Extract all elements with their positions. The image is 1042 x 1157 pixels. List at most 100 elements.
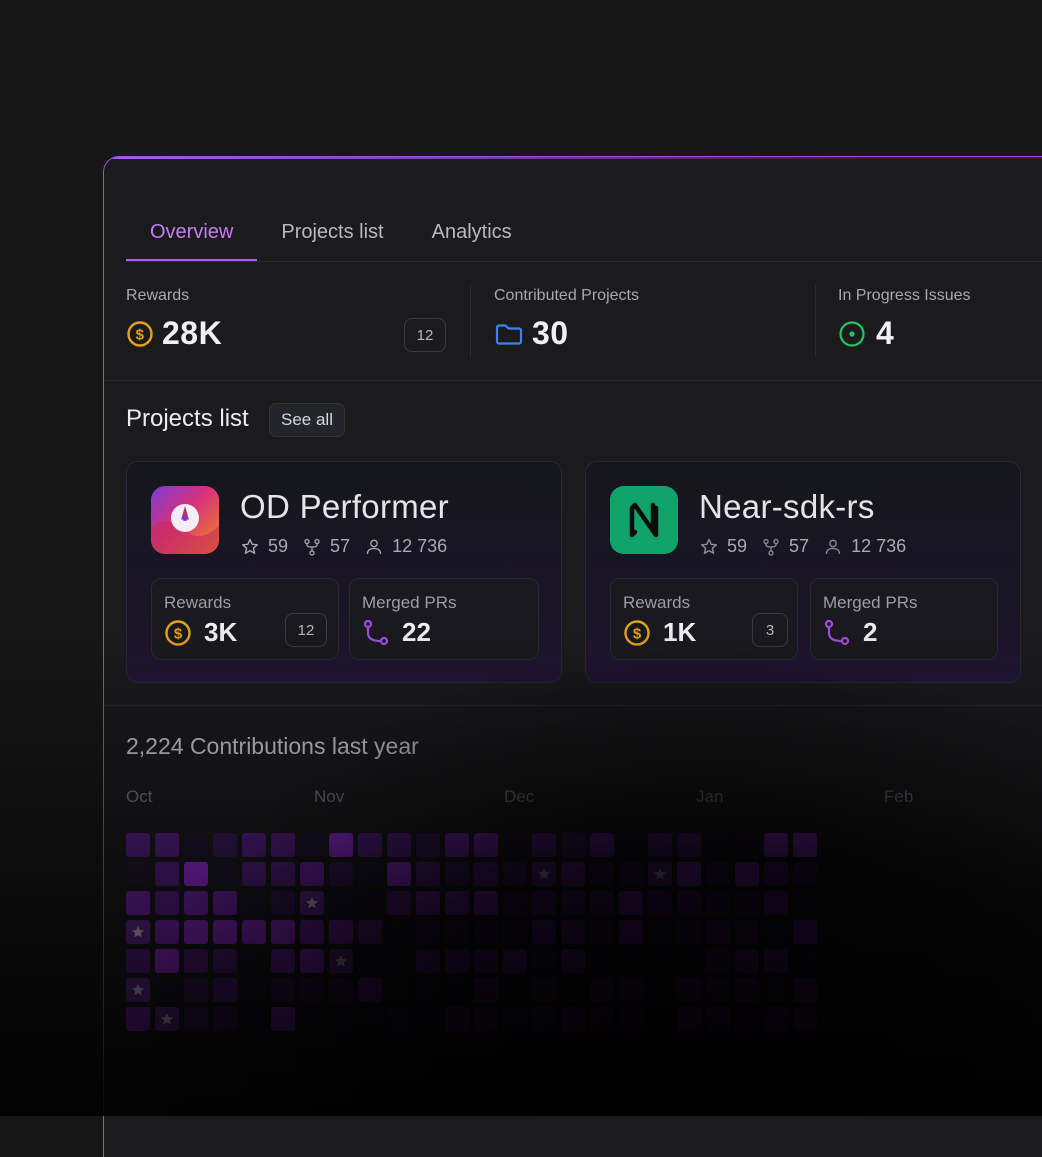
contribution-cell: [619, 1007, 643, 1031]
contribution-cell: [619, 862, 643, 886]
contribution-cell: [503, 833, 527, 857]
contribution-cell: [416, 978, 440, 1002]
contribution-cell: [561, 833, 585, 857]
contribution-cell: [271, 862, 295, 886]
contribution-cell: [155, 949, 179, 973]
contribution-cell: [358, 949, 382, 973]
contribution-cell: [706, 833, 730, 857]
contribution-cell: [561, 978, 585, 1002]
contribution-cell: [300, 833, 324, 857]
contribution-cell: [387, 1007, 411, 1031]
contribution-cell: [619, 949, 643, 973]
contribution-cell: [793, 920, 817, 944]
month-label: Feb: [884, 787, 914, 806]
near-logo: [610, 486, 678, 554]
contribution-cell: [445, 978, 469, 1002]
project-card[interactable]: OD Performer 59 57 12 736 Rewards $ 3K 1…: [126, 461, 562, 683]
in-progress-issues-label: In Progress Issues: [838, 287, 971, 304]
rewards-count-badge: 12: [404, 318, 446, 352]
profile-panel: Overview Projects list Analytics Rewards…: [103, 156, 1042, 1157]
contribution-cell: [532, 949, 556, 973]
project-rewards-label: Rewards: [623, 593, 691, 612]
contributors-count: 12 736: [851, 536, 907, 556]
contribution-cell: [764, 978, 788, 1002]
see-all-button[interactable]: See all: [269, 403, 345, 437]
contribution-cell: [764, 1007, 788, 1031]
contribution-cell: [242, 949, 266, 973]
contribution-cell: [445, 949, 469, 973]
contribution-cell: [619, 891, 643, 915]
contribution-cell: [764, 862, 788, 886]
dollar-coin-icon: $: [126, 320, 154, 348]
contribution-cell: [184, 920, 208, 944]
contribution-cell: [387, 833, 411, 857]
contribution-cell: [764, 833, 788, 857]
contribution-cell: [416, 891, 440, 915]
contribution-cell: [561, 920, 585, 944]
contribution-cell: [764, 891, 788, 915]
contribution-cell: [271, 833, 295, 857]
contribution-cell: [677, 1007, 701, 1031]
contribution-cell: [213, 862, 237, 886]
contribution-cell: [474, 862, 498, 886]
contribution-cell: [706, 949, 730, 973]
contribution-cell: [213, 891, 237, 915]
contribution-cell: [329, 978, 353, 1002]
contribution-cell: [213, 833, 237, 857]
project-merged-box: Merged PRs 2: [810, 578, 998, 660]
contribution-cell-reward: [300, 891, 324, 915]
progress-dot-icon: [838, 320, 868, 348]
project-rewards-box: Rewards $ 1K 3: [610, 578, 798, 660]
contribution-cell: [648, 949, 672, 973]
contribution-cell: [329, 1007, 353, 1031]
project-card[interactable]: Near-sdk-rs 59 57 12 736 Rewards $ 1K 3 …: [585, 461, 1021, 683]
tab-analytics[interactable]: Analytics: [408, 215, 536, 261]
project-rewards-label: Rewards: [164, 593, 232, 612]
contribution-cell: [155, 833, 179, 857]
contribution-cell: [126, 891, 150, 915]
tab-bar: Overview Projects list Analytics: [126, 215, 536, 261]
contribution-cell: [329, 920, 353, 944]
contribution-cell: [445, 920, 469, 944]
tab-overview[interactable]: Overview: [126, 215, 258, 261]
contributors-count: 12 736: [392, 536, 448, 556]
contribution-cell: [648, 978, 672, 1002]
tab-projects-list[interactable]: Projects list: [257, 215, 407, 261]
svg-text:$: $: [174, 625, 183, 642]
contribution-cell: [184, 949, 208, 973]
project-merged-box: Merged PRs 22: [349, 578, 539, 660]
svg-text:$: $: [136, 326, 145, 343]
in-progress-issues-stat: In Progress Issues 4: [838, 287, 971, 352]
contribution-cell: [793, 949, 817, 973]
contribution-cell: [445, 1007, 469, 1031]
project-name[interactable]: OD Performer: [240, 488, 449, 526]
contribution-cell: [358, 920, 382, 944]
contribution-cell: [648, 891, 672, 915]
in-progress-issues-value: 4: [876, 315, 895, 351]
project-rewards-value: 3K: [204, 617, 238, 647]
contribution-cell: [445, 891, 469, 915]
contribution-cell: [735, 920, 759, 944]
contribution-cell: [619, 920, 643, 944]
projects-list-title: Projects list: [126, 405, 249, 432]
project-name[interactable]: Near-sdk-rs: [699, 488, 875, 526]
contribution-cell: [184, 1007, 208, 1031]
contribution-cell: [503, 978, 527, 1002]
contribution-cell: [677, 920, 701, 944]
contribution-cell: [677, 833, 701, 857]
contribution-cell: [677, 978, 701, 1002]
contribution-cell: [793, 1007, 817, 1031]
contribution-cell: [358, 891, 382, 915]
contribution-cell: [648, 1007, 672, 1031]
contribution-cell: [358, 833, 382, 857]
contribution-cell: [474, 833, 498, 857]
svg-text:$: $: [633, 625, 642, 642]
contribution-cell: [242, 891, 266, 915]
contribution-cell: [387, 920, 411, 944]
contribution-cell: [590, 833, 614, 857]
contribution-cell: [532, 833, 556, 857]
contribution-cell: [416, 920, 440, 944]
contribution-cell: [445, 833, 469, 857]
contribution-cell: [126, 1007, 150, 1031]
contribution-cell: [387, 862, 411, 886]
